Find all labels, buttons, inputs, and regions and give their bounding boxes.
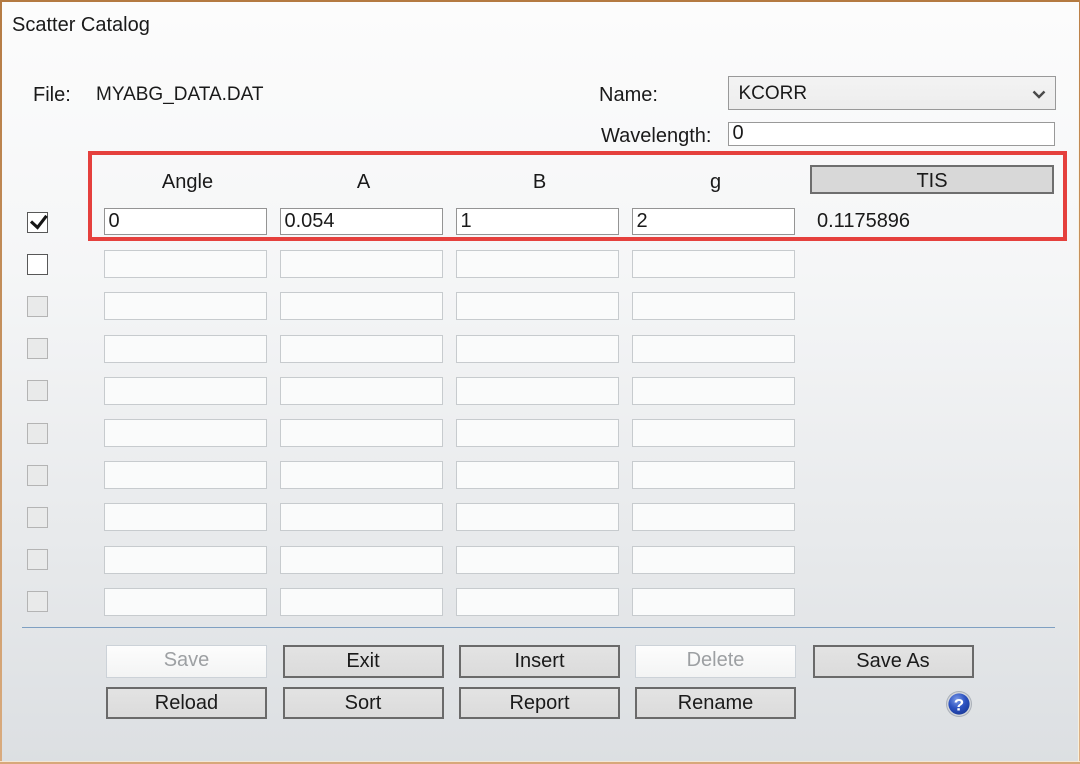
- svg-text:?: ?: [954, 696, 964, 715]
